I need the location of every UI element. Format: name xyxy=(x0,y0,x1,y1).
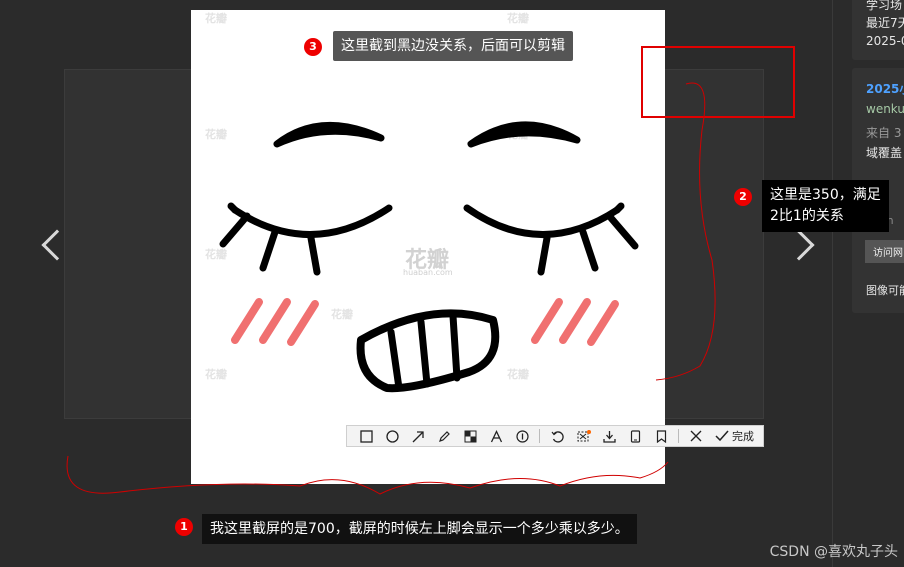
crop-tool-icon[interactable] xyxy=(570,426,596,446)
annotation-overlay xyxy=(66,46,795,495)
numbering-tool-icon[interactable] xyxy=(509,426,535,446)
callout-line: 这里是350，满足 xyxy=(770,187,881,203)
callout-note-1: 我这里截屏的是700，截屏的时候左上脚会显示一个多少乘以多少。 xyxy=(202,514,637,544)
bookmark-icon[interactable] xyxy=(648,426,674,446)
close-icon[interactable] xyxy=(683,426,709,446)
text-tool-icon[interactable] xyxy=(483,426,509,446)
freehand-line-bottom xyxy=(66,455,669,495)
callout-badge: 2 xyxy=(734,188,752,206)
arrow-tool-icon[interactable] xyxy=(405,426,431,446)
csdn-watermark: CSDN @喜欢丸子头 xyxy=(769,544,898,560)
done-label: 完成 xyxy=(732,430,754,443)
toolbar-separator xyxy=(539,429,540,443)
callout-note-3: 这里截到黑边没关系，后面可以剪辑 xyxy=(333,31,573,61)
toolbar-separator xyxy=(678,429,679,443)
ellipse-tool-icon[interactable] xyxy=(379,426,405,446)
phone-icon[interactable] xyxy=(622,426,648,446)
undo-icon[interactable] xyxy=(544,426,570,446)
mosaic-tool-icon[interactable] xyxy=(457,426,483,446)
screenshot-toolbar: 完成 xyxy=(346,425,764,447)
callout-line: 2比1的关系 xyxy=(770,208,844,224)
rectangle-tool-icon[interactable] xyxy=(353,426,379,446)
pencil-tool-icon[interactable] xyxy=(431,426,457,446)
red-highlight-box xyxy=(641,46,795,118)
check-icon xyxy=(715,430,729,442)
download-icon[interactable] xyxy=(596,426,622,446)
freehand-line-right xyxy=(655,82,716,381)
callout-note-2: 这里是350，满足 2比1的关系 xyxy=(762,180,889,232)
done-button[interactable]: 完成 xyxy=(715,428,754,444)
callout-badge: 3 xyxy=(304,38,322,56)
callout-badge: 1 xyxy=(175,518,193,536)
